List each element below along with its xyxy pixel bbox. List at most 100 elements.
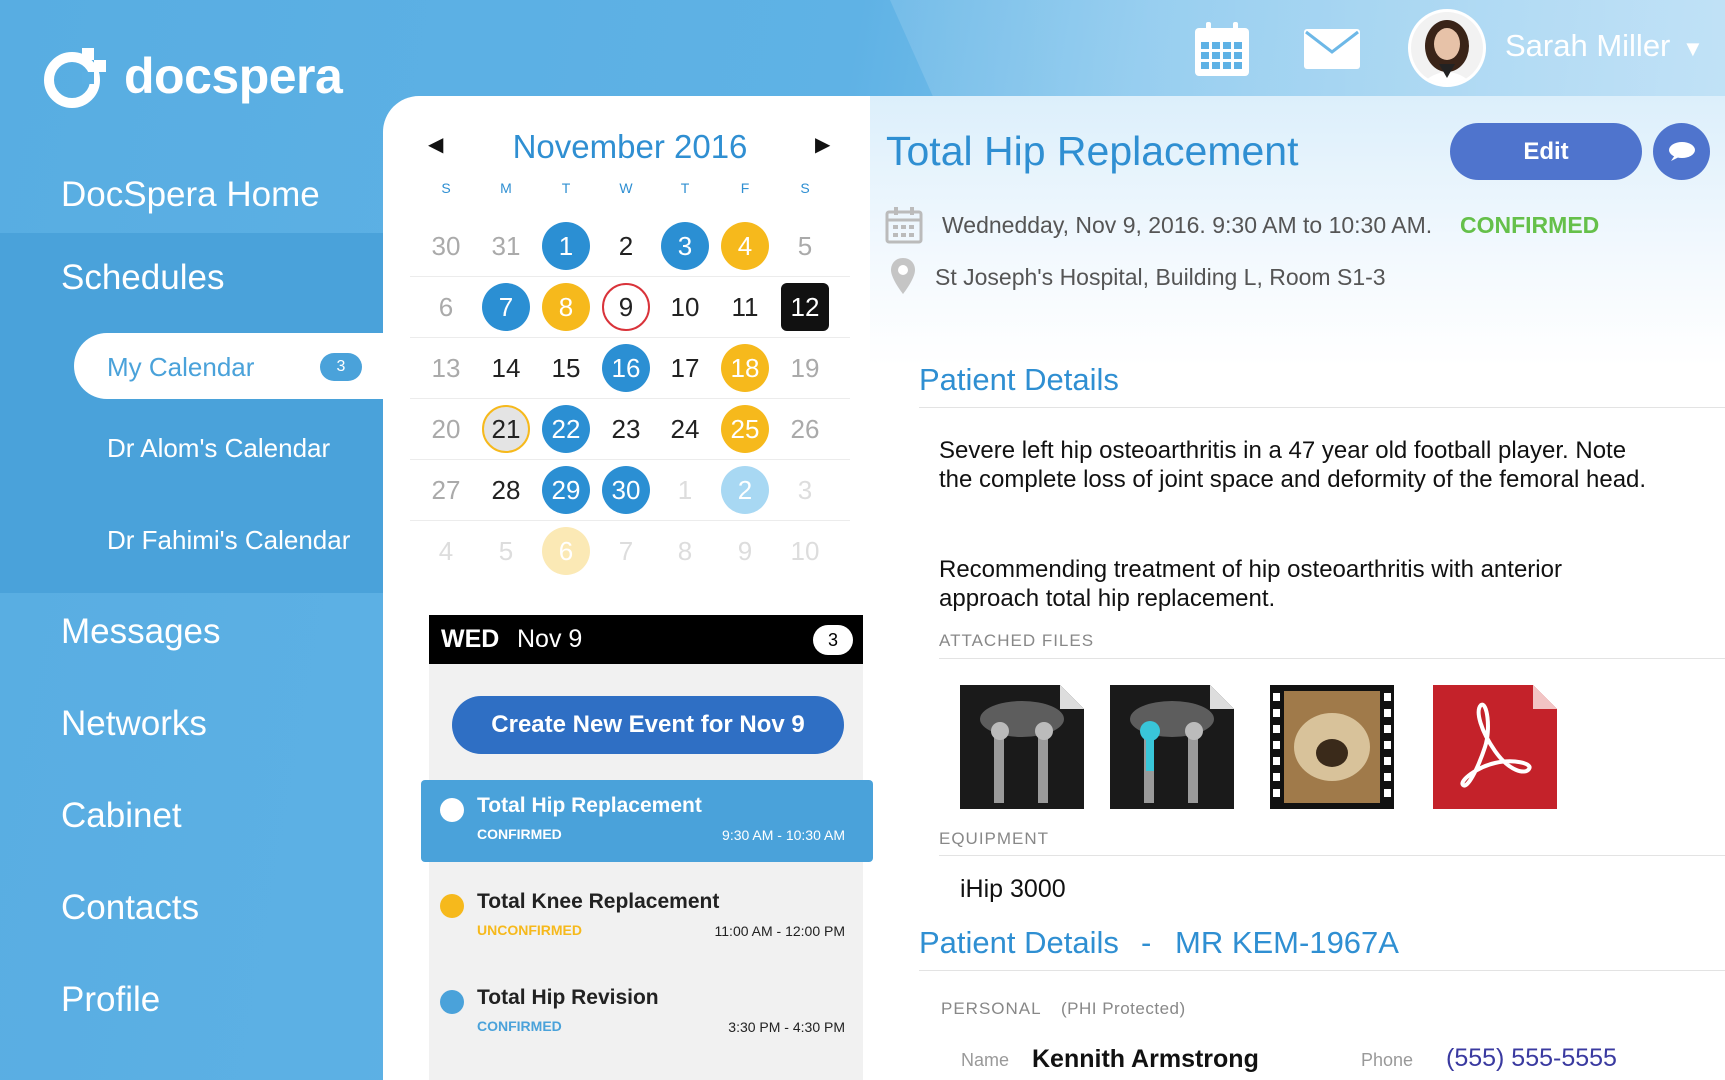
nav-my-calendar[interactable]: My Calendar (107, 352, 254, 383)
calendar-day[interactable]: 4 (721, 222, 769, 270)
nav-dr-fahimi-calendar[interactable]: Dr Fahimi's Calendar (107, 525, 350, 556)
docspera-logo-icon (38, 40, 118, 112)
divider (939, 855, 1725, 856)
calendar-day[interactable]: 5 (482, 527, 530, 575)
ct-video-file-icon[interactable] (1270, 685, 1394, 809)
nav-dr-alom-calendar[interactable]: Dr Alom's Calendar (107, 433, 330, 464)
calendar-day[interactable]: 7 (602, 527, 650, 575)
event-item[interactable]: Total Hip Revision CONFIRMED 3:30 PM - 4… (421, 972, 873, 1054)
nav-schedules[interactable]: Schedules (0, 258, 383, 298)
divider (919, 407, 1725, 408)
pdf-file-icon[interactable] (1433, 685, 1557, 809)
xray-file-icon[interactable] (960, 685, 1084, 809)
calendar-day[interactable]: 6 (422, 283, 470, 331)
calendar-day[interactable]: 5 (781, 222, 829, 270)
chevron-down-icon[interactable]: ▼ (1682, 36, 1704, 62)
calendar-day[interactable]: 21 (482, 405, 530, 453)
calendar-day[interactable]: 15 (542, 344, 590, 392)
calendar-day[interactable]: 26 (781, 405, 829, 453)
calendar-day[interactable]: 8 (542, 283, 590, 331)
calendar-day[interactable]: 10 (661, 283, 709, 331)
calendar-day[interactable]: 12 (781, 283, 829, 331)
calendar-day[interactable]: 13 (422, 344, 470, 392)
app-logo[interactable]: docspera (38, 40, 343, 112)
calendar-month-title: November 2016 (512, 128, 748, 165)
calendar-day[interactable]: 25 (721, 405, 769, 453)
equipment-value: iHip 3000 (960, 875, 1066, 903)
calendar-icon[interactable] (1193, 20, 1251, 78)
calendar-day[interactable]: 8 (661, 527, 709, 575)
patient-phone[interactable]: (555) 555-5555 (1446, 1044, 1617, 1073)
calendar-day[interactable]: 6 (542, 527, 590, 575)
calendar-day[interactable]: 19 (781, 344, 829, 392)
calendar-row-divider (410, 520, 850, 521)
user-name[interactable]: Sarah Miller (1505, 28, 1670, 64)
event-status-dot (440, 894, 464, 918)
calendar-day[interactable]: 20 (422, 405, 470, 453)
divider (939, 658, 1725, 659)
equipment-caption: EQUIPMENT (939, 829, 1050, 848)
edit-button[interactable]: Edit (1450, 123, 1642, 180)
calendar-day[interactable]: 16 (602, 344, 650, 392)
event-date-time: Wednedday, Nov 9, 2016. 9:30 AM to 10:30… (942, 212, 1433, 238)
weekday-label: W (619, 180, 633, 196)
calendar-row-divider (410, 337, 850, 338)
mail-icon[interactable] (1303, 28, 1361, 70)
event-status: UNCONFIRMED (477, 922, 582, 938)
calendar-day[interactable]: 22 (542, 405, 590, 453)
heading-dash: - (1141, 925, 1152, 960)
calendar-row-divider (410, 398, 850, 399)
calendar-day[interactable]: 14 (482, 344, 530, 392)
calendar-day[interactable]: 1 (542, 222, 590, 270)
event-item[interactable]: Total Hip Replacement CONFIRMED 9:30 AM … (421, 780, 873, 862)
calendar-day[interactable]: 31 (482, 222, 530, 270)
event-status-dot (440, 990, 464, 1014)
calendar-day[interactable]: 17 (661, 344, 709, 392)
event-count-badge: 3 (813, 625, 853, 655)
weekday-label: F (740, 180, 750, 196)
user-avatar[interactable] (1408, 9, 1486, 87)
event-time: 11:00 AM - 12:00 PM (714, 923, 845, 939)
calendar-day[interactable]: 1 (661, 466, 709, 514)
treatment-notes: Recommending treatment of hip osteoarthr… (939, 556, 1562, 612)
create-event-button[interactable]: Create New Event for Nov 9 (452, 696, 844, 754)
calendar-day[interactable]: 7 (482, 283, 530, 331)
weekday-label: T (680, 180, 690, 196)
event-item[interactable]: Total Knee Replacement UNCONFIRMED 11:00… (421, 876, 873, 958)
xray-implant-file-icon[interactable] (1110, 685, 1234, 809)
calendar-day[interactable]: 2 (721, 466, 769, 514)
calendar-day[interactable]: 9 (721, 527, 769, 575)
event-title: Total Hip Replacement (477, 794, 702, 817)
patient-name: Kennith Armstrong (1032, 1045, 1259, 1073)
calendar-day[interactable]: 27 (422, 466, 470, 514)
chat-button[interactable] (1653, 123, 1710, 180)
calendar-day[interactable]: 30 (602, 466, 650, 514)
calendar-row-divider (410, 276, 850, 277)
location-pin-icon (890, 257, 916, 295)
calendar-day[interactable]: 11 (721, 283, 769, 331)
calendar-day[interactable]: 3 (661, 222, 709, 270)
patient-details-heading: Patient Details (919, 362, 1119, 397)
personal-caption: PERSONAL (941, 999, 1042, 1018)
nav-contacts[interactable]: Contacts (0, 888, 383, 928)
calendar-day[interactable]: 30 (422, 222, 470, 270)
next-month-icon[interactable]: ▶ (815, 132, 830, 157)
nav-messages[interactable]: Messages (0, 612, 383, 652)
selected-date: Nov 9 (517, 625, 583, 653)
weekday-label: S (800, 180, 810, 196)
nav-cabinet[interactable]: Cabinet (0, 796, 383, 836)
calendar-day[interactable]: 3 (781, 466, 829, 514)
nav-docspera-home[interactable]: DocSpera Home (0, 175, 383, 215)
calendar-day[interactable]: 9 (602, 283, 650, 331)
calendar-day[interactable]: 24 (661, 405, 709, 453)
calendar-day[interactable]: 18 (721, 344, 769, 392)
calendar-day[interactable]: 29 (542, 466, 590, 514)
calendar-day[interactable]: 23 (602, 405, 650, 453)
calendar-day[interactable]: 10 (781, 527, 829, 575)
event-status-badge: CONFIRMED (1460, 212, 1600, 238)
calendar-day[interactable]: 28 (482, 466, 530, 514)
calendar-day[interactable]: 2 (602, 222, 650, 270)
nav-networks[interactable]: Networks (0, 704, 383, 744)
calendar-day[interactable]: 4 (422, 527, 470, 575)
nav-profile[interactable]: Profile (0, 980, 383, 1020)
